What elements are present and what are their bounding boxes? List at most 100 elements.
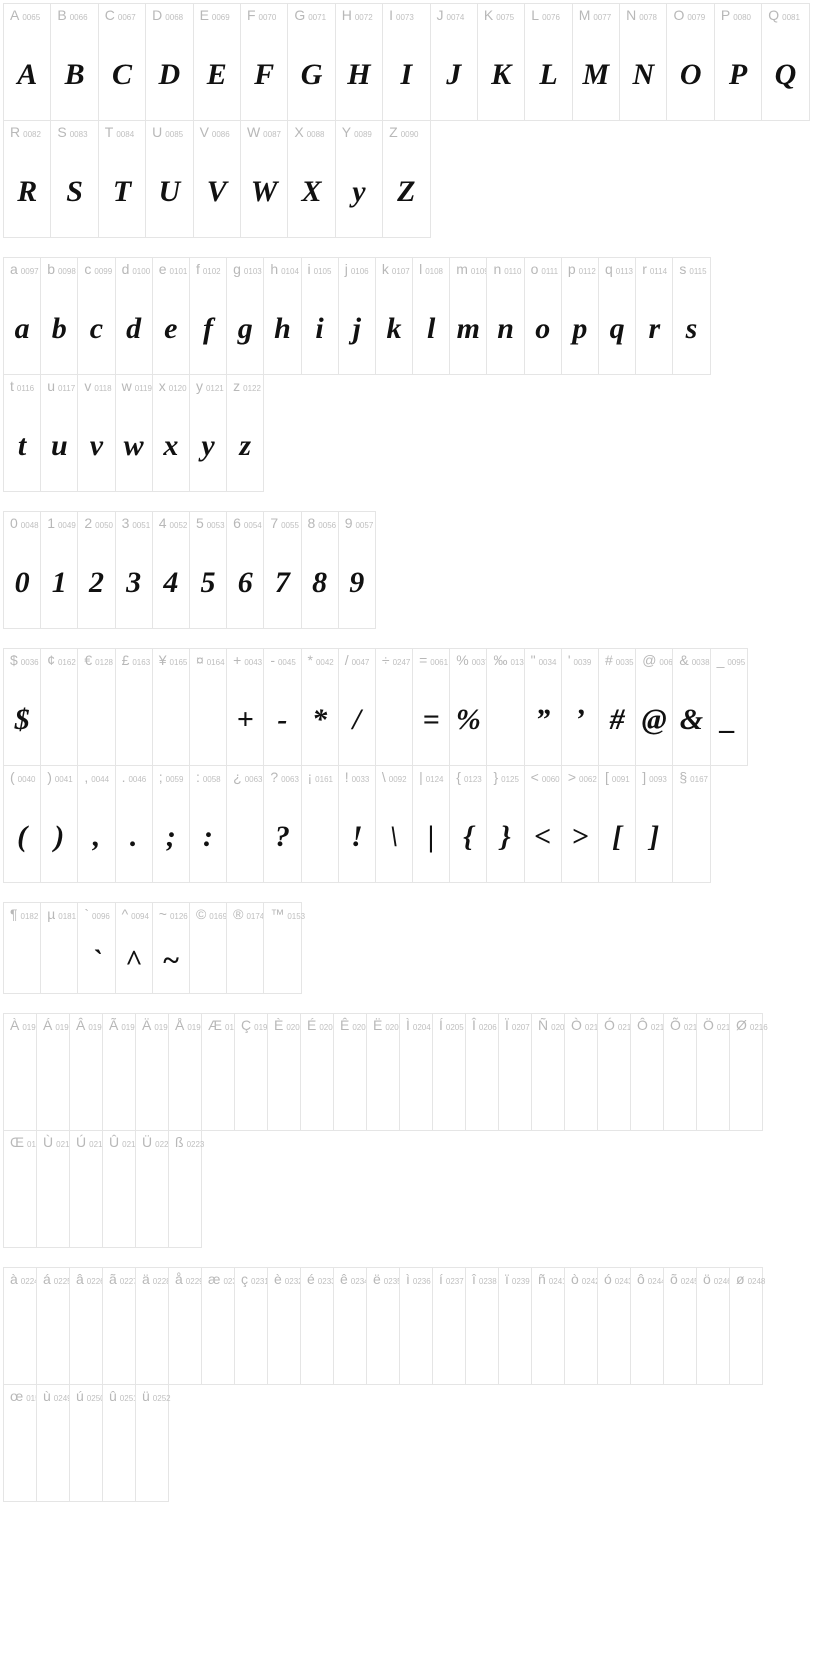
glyph-cell[interactable]: ®0174.: [226, 902, 264, 994]
glyph-cell[interactable]: €0128.: [77, 648, 115, 766]
glyph-cell[interactable]: Â0194.: [69, 1013, 103, 1131]
glyph-cell[interactable]: p0112p: [561, 257, 599, 375]
glyph-cell[interactable]: ~0126~: [152, 902, 190, 994]
glyph-cell[interactable]: ô0244.: [630, 1267, 664, 1385]
glyph-cell[interactable]: Ñ0209.: [531, 1013, 565, 1131]
glyph-cell[interactable]: N0078N: [619, 3, 667, 121]
glyph-cell[interactable]: Õ0213.: [663, 1013, 697, 1131]
glyph-cell[interactable]: í0237.: [432, 1267, 466, 1385]
glyph-cell[interactable]: Ë0203.: [366, 1013, 400, 1131]
glyph-cell[interactable]: X0088X: [287, 120, 335, 238]
glyph-cell[interactable]: q0113q: [598, 257, 636, 375]
glyph-cell[interactable]: 500535: [189, 511, 227, 629]
glyph-cell[interactable]: ç0231.: [234, 1267, 268, 1385]
glyph-cell[interactable]: î0238.: [465, 1267, 499, 1385]
glyph-cell[interactable]: É0201.: [300, 1013, 334, 1131]
glyph-cell[interactable]: 900579: [338, 511, 376, 629]
glyph-cell[interactable]: Ò0210.: [564, 1013, 598, 1131]
glyph-cell[interactable]: \0092\: [375, 765, 413, 883]
glyph-cell[interactable]: Û0219.: [102, 1130, 136, 1248]
glyph-cell[interactable]: Ç0199.: [234, 1013, 268, 1131]
glyph-cell[interactable]: <0060<: [524, 765, 562, 883]
glyph-cell[interactable]: c0099c: [77, 257, 115, 375]
glyph-cell[interactable]: T0084T: [98, 120, 146, 238]
glyph-cell[interactable]: ^0094^: [115, 902, 153, 994]
glyph-cell[interactable]: ã0227.: [102, 1267, 136, 1385]
glyph-cell[interactable]: 600546: [226, 511, 264, 629]
glyph-cell[interactable]: ä0228.: [135, 1267, 169, 1385]
glyph-cell[interactable]: C0067C: [98, 3, 146, 121]
glyph-cell[interactable]: Z0090Z: [382, 120, 430, 238]
glyph-cell[interactable]: ?0063?: [263, 765, 301, 883]
glyph-cell[interactable]: ;0059;: [152, 765, 190, 883]
glyph-cell[interactable]: "0034”: [524, 648, 562, 766]
glyph-cell[interactable]: ]0093]: [635, 765, 673, 883]
glyph-cell[interactable]: Å0197.: [168, 1013, 202, 1131]
glyph-cell[interactable]: £0163.: [115, 648, 153, 766]
glyph-cell[interactable]: Ì0204.: [399, 1013, 433, 1131]
glyph-cell[interactable]: !0033!: [338, 765, 376, 883]
glyph-cell[interactable]: ÷0247.: [375, 648, 413, 766]
glyph-cell[interactable]: W0087W: [240, 120, 288, 238]
glyph-cell[interactable]: O0079O: [666, 3, 714, 121]
glyph-cell[interactable]: -0045-: [263, 648, 301, 766]
glyph-cell[interactable]: 200502: [77, 511, 115, 629]
glyph-cell[interactable]: i0105i: [301, 257, 339, 375]
glyph-cell[interactable]: &0038&: [672, 648, 710, 766]
glyph-cell[interactable]: ù0249.: [36, 1384, 70, 1502]
glyph-cell[interactable]: 400524: [152, 511, 190, 629]
glyph-cell[interactable]: :0058:: [189, 765, 227, 883]
glyph-cell[interactable]: ¿0063.: [226, 765, 264, 883]
glyph-cell[interactable]: a0097a: [3, 257, 41, 375]
glyph-cell[interactable]: y0121y: [189, 374, 227, 492]
glyph-cell[interactable]: M0077M: [572, 3, 620, 121]
glyph-cell[interactable]: ¶0182.: [3, 902, 41, 994]
glyph-cell[interactable]: D0068D: [145, 3, 193, 121]
glyph-cell[interactable]: |0124|: [412, 765, 450, 883]
glyph-cell[interactable]: {0123{: [449, 765, 487, 883]
glyph-cell[interactable]: b0098b: [40, 257, 78, 375]
glyph-cell[interactable]: k0107k: [375, 257, 413, 375]
glyph-cell[interactable]: Á0193.: [36, 1013, 70, 1131]
glyph-cell[interactable]: ó0243.: [597, 1267, 631, 1385]
glyph-cell[interactable]: 000480: [3, 511, 41, 629]
glyph-cell[interactable]: 700557: [263, 511, 301, 629]
glyph-cell[interactable]: ë0235.: [366, 1267, 400, 1385]
glyph-cell[interactable]: G0071G: [287, 3, 335, 121]
glyph-cell[interactable]: è0232.: [267, 1267, 301, 1385]
glyph-cell[interactable]: õ0245.: [663, 1267, 697, 1385]
glyph-cell[interactable]: Ï0207.: [498, 1013, 532, 1131]
glyph-cell[interactable]: u0117u: [40, 374, 78, 492]
glyph-cell[interactable]: /0047/: [338, 648, 376, 766]
glyph-cell[interactable]: J0074J: [430, 3, 478, 121]
glyph-cell[interactable]: F0070F: [240, 3, 288, 121]
glyph-cell[interactable]: ™0153.: [263, 902, 301, 994]
glyph-cell[interactable]: ö0246.: [696, 1267, 730, 1385]
glyph-cell[interactable]: #0035#: [598, 648, 636, 766]
glyph-cell[interactable]: µ0181.: [40, 902, 78, 994]
glyph-cell[interactable]: +0043+: [226, 648, 264, 766]
glyph-cell[interactable]: ¥0165.: [152, 648, 190, 766]
glyph-cell[interactable]: I0073I: [382, 3, 430, 121]
glyph-cell[interactable]: Ó0211.: [597, 1013, 631, 1131]
glyph-cell[interactable]: ì0236.: [399, 1267, 433, 1385]
glyph-cell[interactable]: â0226.: [69, 1267, 103, 1385]
glyph-cell[interactable]: û0251.: [102, 1384, 136, 1502]
glyph-cell[interactable]: ø0248.: [729, 1267, 763, 1385]
glyph-cell[interactable]: á0225.: [36, 1267, 70, 1385]
glyph-cell[interactable]: Ù0217.: [36, 1130, 70, 1248]
glyph-cell[interactable]: t0116t: [3, 374, 41, 492]
glyph-cell[interactable]: §0167.: [672, 765, 710, 883]
glyph-cell[interactable]: œ0156.: [3, 1384, 37, 1502]
glyph-cell[interactable]: Ã0195.: [102, 1013, 136, 1131]
glyph-cell[interactable]: ï0239.: [498, 1267, 532, 1385]
glyph-cell[interactable]: .0046.: [115, 765, 153, 883]
glyph-cell[interactable]: é0233.: [300, 1267, 334, 1385]
glyph-cell[interactable]: =0061=: [412, 648, 450, 766]
glyph-cell[interactable]: S0083S: [50, 120, 98, 238]
glyph-cell[interactable]: Ä0196.: [135, 1013, 169, 1131]
glyph-cell[interactable]: Ê0202.: [333, 1013, 367, 1131]
glyph-cell[interactable]: (0040(: [3, 765, 41, 883]
glyph-cell[interactable]: '0039’: [561, 648, 599, 766]
glyph-cell[interactable]: `0096`: [77, 902, 115, 994]
